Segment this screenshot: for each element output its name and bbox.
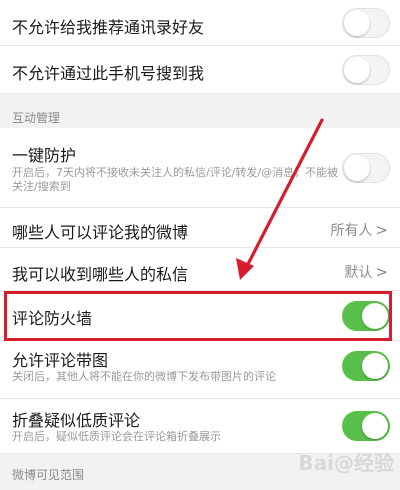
- setting-row-who-comment[interactable]: 哪些人可以评论我的微博 所有人 >: [0, 208, 400, 248]
- setting-description: 开启后，7天内将不接收未关注人的私信/评论/转发/@消息，不能被关注/搜索到: [12, 166, 339, 193]
- toggle-switch-off[interactable]: [342, 8, 390, 38]
- toggle-switch-off[interactable]: [342, 153, 390, 183]
- toggle-knob: [362, 353, 388, 379]
- value-text: 所有人: [330, 223, 373, 239]
- setting-value: 默认 >: [344, 262, 388, 282]
- toggle-knob: [344, 154, 370, 181]
- section-title: 微博可见范围: [12, 468, 85, 482]
- setting-row-fold-low-quality[interactable]: 折叠疑似低质评论 开启后，疑似低质评论会在评论箱折叠展示: [0, 399, 400, 454]
- section-title: 互动管理: [12, 111, 61, 125]
- chevron-right-icon: >: [375, 221, 388, 239]
- setting-title: 我可以收到哪些人的私信: [12, 265, 189, 284]
- setting-row-allow-image-comments[interactable]: 允许评论带图 关闭后，其他人将不能在你的微博下发布带图片的评论: [0, 341, 400, 399]
- setting-row-who-message[interactable]: 我可以收到哪些人的私信 默认 >: [0, 248, 400, 291]
- toggle-knob: [344, 56, 370, 83]
- setting-row-no-contact-recommend[interactable]: 不允许给我推荐通讯录好友: [0, 0, 400, 46]
- toggle-knob: [362, 413, 388, 439]
- setting-title: 哪些人可以评论我的微博: [12, 223, 189, 242]
- toggle-knob: [344, 9, 370, 36]
- setting-value: 所有人 >: [330, 220, 388, 240]
- chevron-right-icon: >: [375, 263, 388, 281]
- setting-title: 不允许通过此手机号搜到我: [12, 64, 205, 83]
- section-header-interaction: 互动管理: [0, 94, 400, 128]
- toggle-switch-on[interactable]: [342, 351, 390, 381]
- value-text: 默认: [344, 265, 373, 281]
- setting-title: 一键防护: [12, 146, 77, 165]
- toggle-switch-on[interactable]: [342, 411, 390, 441]
- setting-row-no-phone-search[interactable]: 不允许通过此手机号搜到我: [0, 46, 400, 94]
- annotation-highlight-box: [4, 291, 392, 341]
- setting-description: 开启后，疑似低质评论会在评论箱折叠展示: [12, 430, 221, 443]
- setting-title: 折叠疑似低质评论: [12, 411, 141, 430]
- toggle-switch-off[interactable]: [342, 55, 390, 85]
- setting-title: 不允许给我推荐通讯录好友: [12, 18, 205, 37]
- setting-description: 关闭后，其他人将不能在你的微博下发布带图片的评论: [12, 370, 276, 383]
- watermark-text: Bai@经验: [298, 451, 394, 475]
- setting-title: 允许评论带图: [12, 351, 109, 370]
- setting-row-one-click-protect[interactable]: 一键防护 开启后，7天内将不接收未关注人的私信/评论/转发/@消息，不能被关注/…: [0, 128, 400, 208]
